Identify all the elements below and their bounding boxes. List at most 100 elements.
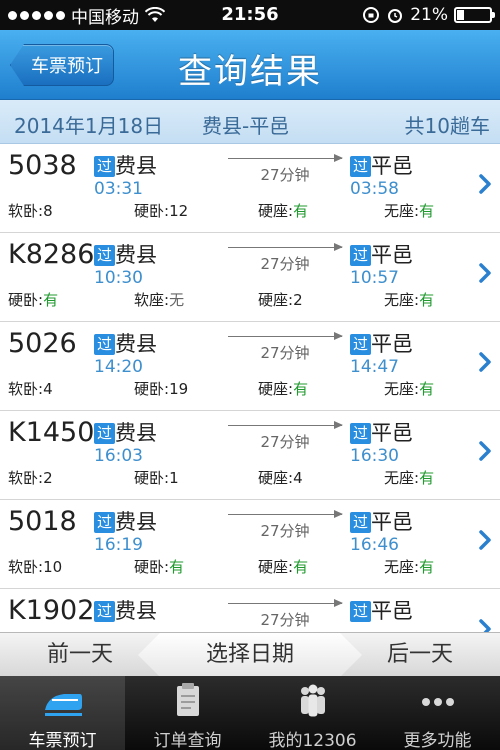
departure-station-name: 费县	[115, 421, 157, 445]
arrival-time: 03:58	[350, 179, 399, 199]
seat-availability: 硬座:有	[258, 200, 308, 221]
arrow-right-icon	[228, 421, 343, 429]
arrival-station: 过平邑	[350, 595, 413, 625]
pass-through-badge: 过	[94, 601, 115, 622]
seat-type-label: 软卧:	[8, 380, 44, 398]
train-number: 5018	[8, 506, 77, 537]
query-info-bar: 2014年1月18日 费县-平邑 共10趟车	[0, 100, 500, 144]
status-bar: 中国移动 21:56 21%	[0, 0, 500, 30]
arrival-station-name: 平邑	[371, 599, 413, 623]
tab-order-query[interactable]: 订单查询	[125, 676, 250, 750]
prev-day-button[interactable]: 前一天	[0, 633, 160, 677]
chevron-right-icon	[479, 619, 491, 632]
more-icon	[422, 698, 454, 706]
pass-through-badge: 过	[94, 156, 115, 177]
chevron-right-icon	[479, 441, 491, 461]
seat-count: 有	[43, 291, 59, 309]
seat-count: 无	[169, 291, 185, 309]
departure-time: 16:19	[94, 535, 143, 555]
trip-duration: 27分钟	[260, 611, 310, 629]
train-row[interactable]: 5026 过费县 27分钟过平邑 14:20 14:47 软卧:4 硬卧:19 硬座:有 无座:…	[0, 322, 500, 411]
arrival-time: 16:46	[350, 535, 399, 555]
seat-availability: 硬卧:1	[134, 467, 179, 488]
seat-type-label: 软卧:	[8, 558, 44, 576]
next-day-button[interactable]: 后一天	[340, 633, 500, 677]
pass-through-badge: 过	[350, 512, 371, 533]
departure-station: 过费县	[94, 417, 157, 447]
seat-count: 有	[419, 558, 435, 576]
arrow-right-icon	[228, 154, 343, 162]
seat-type-label: 软卧:	[8, 202, 44, 220]
tab-more-functions[interactable]: 更多功能	[375, 676, 500, 750]
query-date: 2014年1月18日	[14, 114, 164, 138]
tab-label: 车票预订	[28, 731, 97, 750]
seat-availability: 无座:有	[384, 467, 434, 488]
arrival-station-name: 平邑	[371, 332, 413, 356]
arrival-station: 过平邑	[350, 239, 413, 269]
seat-count: 12	[169, 202, 189, 220]
train-row[interactable]: 5018 过费县 27分钟过平邑 16:19 16:46 软卧:10 硬卧:有 硬座:有 无座:…	[0, 500, 500, 589]
departure-station-name: 费县	[115, 243, 157, 267]
pass-through-badge: 过	[94, 423, 115, 444]
departure-station: 过费县	[94, 328, 157, 358]
rotation-lock-icon	[363, 7, 380, 23]
seat-type-label: 无座:	[384, 291, 420, 309]
date-bar: 前一天 选择日期 后一天	[0, 632, 500, 676]
trip-duration: 27分钟	[260, 433, 310, 451]
arrival-station-name: 平邑	[371, 154, 413, 178]
battery-fill	[457, 10, 464, 20]
chevron-right-icon	[479, 263, 491, 283]
train-number: K1450	[8, 417, 95, 448]
departure-station: 过费县	[94, 239, 157, 269]
train-number: 5026	[8, 328, 77, 359]
tab-bar: 车票预订 订单查询 我的12306 更多功能	[0, 676, 500, 750]
seat-count: 4	[43, 380, 53, 398]
arrival-time: 14:47	[350, 357, 399, 377]
seat-count: 2	[43, 469, 53, 487]
select-date-button[interactable]: 选择日期	[138, 633, 362, 677]
arrival-station: 过平邑	[350, 150, 413, 180]
arrival-station-name: 平邑	[371, 510, 413, 534]
people-icon	[301, 684, 325, 717]
trip-duration: 27分钟	[260, 166, 310, 184]
pass-through-badge: 过	[350, 601, 371, 622]
arrival-station-name: 平邑	[371, 243, 413, 267]
battery-percent: 21%	[410, 5, 448, 25]
departure-time: 03:31	[94, 179, 143, 199]
seat-availability: 无座:有	[384, 556, 434, 577]
departure-station-name: 费县	[115, 154, 157, 178]
seat-count: 有	[419, 469, 435, 487]
seat-type-label: 硬座:	[258, 291, 294, 309]
seat-availability: 无座:有	[384, 378, 434, 399]
train-row[interactable]: K1450 过费县 27分钟过平邑 16:03 16:30 软卧:2 硬卧:1 硬座:4 无座:…	[0, 411, 500, 500]
train-row[interactable]: K8286 过费县 27分钟过平邑 10:30 10:57 硬卧:有 软座:无 硬座:2 无座:…	[0, 233, 500, 322]
arrival-time: 10:57	[350, 268, 399, 288]
seat-count: 有	[293, 202, 309, 220]
query-route: 费县-平邑	[202, 114, 290, 138]
seat-availability: 软卧:8	[8, 200, 53, 221]
departure-station-name: 费县	[115, 510, 157, 534]
tab-ticket-booking[interactable]: 车票预订	[0, 676, 125, 750]
arrival-station: 过平邑	[350, 506, 413, 536]
seat-count: 19	[169, 380, 189, 398]
seat-type-label: 无座:	[384, 202, 420, 220]
trip-duration: 27分钟	[260, 255, 310, 273]
tab-label: 我的12306	[268, 731, 357, 750]
seat-type-label: 硬座:	[258, 202, 294, 220]
train-count: 共10趟车	[404, 114, 490, 138]
seat-type-label: 软座:	[134, 291, 170, 309]
seat-availability: 硬座:4	[258, 467, 303, 488]
train-row[interactable]: K1902 过费县 27分钟过平邑	[0, 589, 500, 632]
departure-time: 16:03	[94, 446, 143, 466]
seat-availability: 软卧:10	[8, 556, 62, 577]
nav-bar: 车票预订 查询结果	[0, 30, 500, 100]
chevron-right-icon	[479, 352, 491, 372]
seat-availability: 硬座:2	[258, 289, 303, 310]
tab-my-12306[interactable]: 我的12306	[250, 676, 375, 750]
pass-through-badge: 过	[94, 245, 115, 266]
seat-type-label: 硬卧:	[8, 291, 44, 309]
train-row[interactable]: 5038 过费县 27分钟过平邑 03:31 03:58 软卧:8 硬卧:12 硬座:有 无座:…	[0, 144, 500, 233]
departure-station: 过费县	[94, 150, 157, 180]
seat-count: 1	[169, 469, 179, 487]
battery-icon	[454, 7, 495, 23]
